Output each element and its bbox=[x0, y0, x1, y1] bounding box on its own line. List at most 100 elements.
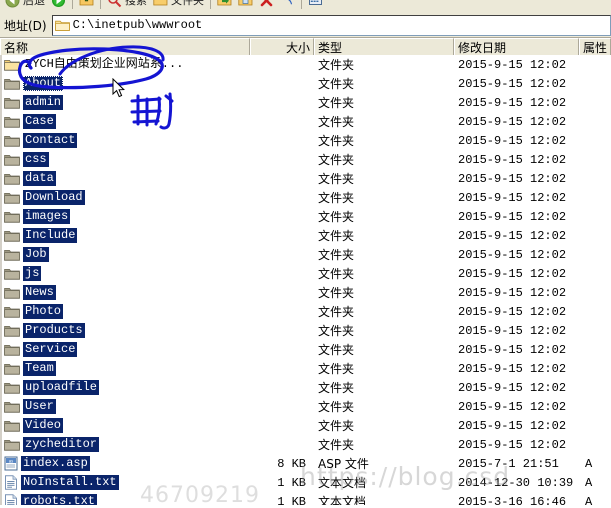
column-header-size[interactable]: 大小 bbox=[250, 38, 314, 55]
file-name-text: admin bbox=[23, 95, 64, 110]
file-name-cell[interactable]: as index.asp bbox=[0, 456, 250, 471]
file-name-cell[interactable]: Include bbox=[0, 228, 250, 243]
up-button[interactable] bbox=[76, 0, 97, 11]
file-name-cell[interactable]: News bbox=[0, 285, 250, 300]
file-name-text: User bbox=[23, 399, 56, 414]
file-list-row[interactable]: Download 文件夹 2015-9-15 12:02 bbox=[0, 188, 611, 207]
file-date-cell: 2015-9-15 12:02 bbox=[458, 304, 567, 319]
file-type-cell: 文件夹 bbox=[318, 343, 355, 357]
search-button[interactable]: 搜索 bbox=[104, 0, 150, 11]
column-header-attr-label: 属性 bbox=[583, 40, 608, 55]
file-size-cell: 1 KB bbox=[277, 475, 306, 490]
undo-button[interactable] bbox=[277, 0, 298, 11]
file-list-row[interactable]: images 文件夹 2015-9-15 12:02 bbox=[0, 207, 611, 226]
views-button[interactable] bbox=[305, 0, 326, 11]
file-attr-cell: A bbox=[585, 475, 593, 490]
address-input[interactable]: C:\inetpub\wwwroot bbox=[51, 14, 611, 36]
file-date-cell: 2015-9-15 12:02 bbox=[458, 380, 567, 395]
text-file-icon bbox=[4, 494, 18, 505]
file-name-cell[interactable]: Photo bbox=[0, 304, 250, 319]
file-list-row[interactable]: Contact 文件夹 2015-9-15 12:02 bbox=[0, 131, 611, 150]
file-list-row[interactable]: NoInstall.txt 1 KB 文本文档 2014-12-30 10:39 A bbox=[0, 473, 611, 492]
folder-icon bbox=[4, 324, 20, 338]
search-icon bbox=[107, 0, 122, 8]
folders-icon bbox=[153, 0, 168, 8]
file-name-cell[interactable]: data bbox=[0, 171, 250, 186]
file-list-row[interactable]: zycheditor 文件夹 2015-9-15 12:02 bbox=[0, 435, 611, 454]
file-name-cell[interactable]: ZYCH自由策划企业网站系... bbox=[0, 57, 250, 72]
file-date-cell: 2015-9-15 12:02 bbox=[458, 114, 567, 129]
file-list-row[interactable]: robots.txt 1 KB 文本文档 2015-3-16 16:46 A bbox=[0, 492, 611, 505]
file-name-cell[interactable]: Download bbox=[0, 190, 250, 205]
move-to-button[interactable] bbox=[214, 0, 235, 11]
delete-button[interactable] bbox=[256, 0, 277, 11]
file-name-cell[interactable]: User bbox=[0, 399, 250, 414]
file-name-cell[interactable]: Products bbox=[0, 323, 250, 338]
folder-icon bbox=[4, 191, 20, 205]
file-type-cell: 文件夹 bbox=[318, 77, 355, 91]
file-list-row[interactable]: Team 文件夹 2015-9-15 12:02 bbox=[0, 359, 611, 378]
file-date-cell: 2015-9-15 12:02 bbox=[458, 323, 567, 338]
file-list-row[interactable]: Include 文件夹 2015-9-15 12:02 bbox=[0, 226, 611, 245]
file-list-row[interactable]: admin 文件夹 2015-9-15 12:02 bbox=[0, 93, 611, 112]
file-name-cell[interactable]: NoInstall.txt bbox=[0, 475, 250, 490]
delete-x-icon bbox=[259, 0, 274, 8]
file-list-row[interactable]: Job 文件夹 2015-9-15 12:02 bbox=[0, 245, 611, 264]
undo-arrow-icon bbox=[280, 0, 295, 8]
toolbar-separator-2 bbox=[100, 0, 101, 9]
file-name-cell[interactable]: Job bbox=[0, 247, 250, 262]
folder-icon bbox=[4, 134, 20, 148]
file-name-cell[interactable]: Team bbox=[0, 361, 250, 376]
file-name-cell[interactable]: Service bbox=[0, 342, 250, 357]
file-name-cell[interactable]: zycheditor bbox=[0, 437, 250, 452]
file-list-row[interactable]: Case 文件夹 2015-9-15 12:02 bbox=[0, 112, 611, 131]
file-name-cell[interactable]: js bbox=[0, 266, 250, 281]
file-name-cell[interactable]: Case bbox=[0, 114, 250, 129]
file-list-row[interactable]: css 文件夹 2015-9-15 12:02 bbox=[0, 150, 611, 169]
file-list-row[interactable]: Products 文件夹 2015-9-15 12:02 bbox=[0, 321, 611, 340]
forward-button[interactable] bbox=[48, 0, 69, 11]
file-list-row[interactable]: data 文件夹 2015-9-15 12:02 bbox=[0, 169, 611, 188]
folders-button[interactable]: 文件夹 bbox=[150, 0, 207, 11]
column-header-type[interactable]: 类型 bbox=[314, 38, 454, 55]
file-list-row[interactable]: Service 文件夹 2015-9-15 12:02 bbox=[0, 340, 611, 359]
copy-to-button[interactable] bbox=[235, 0, 256, 11]
file-name-cell[interactable]: robots.txt bbox=[0, 494, 250, 505]
column-header-date[interactable]: 修改日期 bbox=[454, 38, 579, 55]
file-name-cell[interactable]: Video bbox=[0, 418, 250, 433]
file-list-row[interactable]: js 文件夹 2015-9-15 12:02 bbox=[0, 264, 611, 283]
folder-icon bbox=[4, 438, 20, 452]
file-list-row[interactable]: as index.asp 8 KB ASP 文件 2015-7-1 21:51 A bbox=[0, 454, 611, 473]
file-list[interactable]: ZYCH自由策划企业网站系... 文件夹 2015-9-15 12:02 About 文… bbox=[0, 55, 611, 505]
file-name-cell[interactable]: Contact bbox=[0, 133, 250, 148]
file-list-row[interactable]: uploadfile 文件夹 2015-9-15 12:02 bbox=[0, 378, 611, 397]
folder-icon bbox=[4, 115, 20, 129]
file-list-row[interactable]: About 文件夹 2015-9-15 12:02 bbox=[0, 74, 611, 93]
file-name-text: Case bbox=[23, 114, 56, 129]
file-name-text: ZYCH自由策划企业网站系... bbox=[25, 57, 184, 71]
file-name-text: uploadfile bbox=[23, 380, 100, 395]
file-name-cell[interactable]: images bbox=[0, 209, 250, 224]
back-button[interactable]: 后退 bbox=[2, 0, 48, 11]
column-header-name[interactable]: 名称 bbox=[0, 38, 250, 55]
list-left-gutter bbox=[0, 55, 2, 505]
file-list-row[interactable]: ZYCH自由策划企业网站系... 文件夹 2015-9-15 12:02 bbox=[0, 55, 611, 74]
toolbar-separator-3 bbox=[210, 0, 211, 9]
file-date-cell: 2015-9-15 12:02 bbox=[458, 228, 567, 243]
file-name-cell[interactable]: css bbox=[0, 152, 250, 167]
file-type-cell: 文件夹 bbox=[318, 267, 355, 281]
file-list-row[interactable]: Video 文件夹 2015-9-15 12:02 bbox=[0, 416, 611, 435]
file-size-cell: 8 KB bbox=[277, 456, 306, 471]
file-list-row[interactable]: User 文件夹 2015-9-15 12:02 bbox=[0, 397, 611, 416]
file-type-cell: 文件夹 bbox=[318, 96, 355, 110]
folder-icon bbox=[4, 400, 20, 414]
file-name-cell[interactable]: uploadfile bbox=[0, 380, 250, 395]
file-type-cell: 文本文档 bbox=[318, 476, 367, 490]
file-name-text: News bbox=[23, 285, 56, 300]
column-header-attr[interactable]: 属性 bbox=[579, 38, 611, 55]
file-type-cell: 文件夹 bbox=[318, 381, 355, 395]
file-list-row[interactable]: Photo 文件夹 2015-9-15 12:02 bbox=[0, 302, 611, 321]
column-header-type-label: 类型 bbox=[318, 40, 343, 55]
file-name-text: zycheditor bbox=[23, 437, 100, 452]
file-list-row[interactable]: News 文件夹 2015-9-15 12:02 bbox=[0, 283, 611, 302]
